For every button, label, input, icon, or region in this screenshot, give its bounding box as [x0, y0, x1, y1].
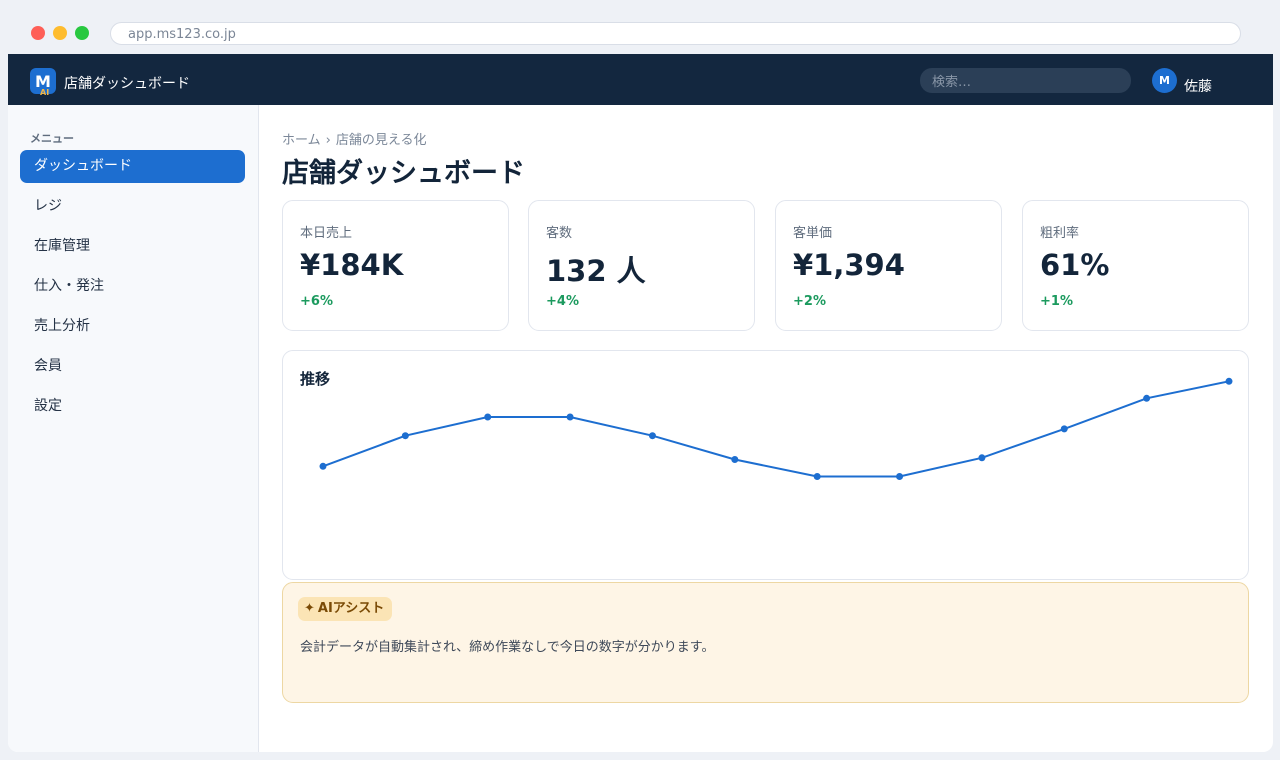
kpi-card-gross-margin: 粗利率 61% +1% [1022, 200, 1249, 331]
breadcrumb-current: 店舗の見える化 [335, 133, 427, 148]
window-maximize-button[interactable] [75, 26, 89, 40]
window-minimize-button[interactable] [53, 26, 67, 40]
trend-chart-card: 推移 [282, 350, 1249, 580]
window-close-button[interactable] [31, 26, 45, 40]
trend-chart [319, 377, 1233, 480]
search-input[interactable] [920, 68, 1131, 93]
kpi-label: 客数 [546, 226, 573, 241]
sidebar-item-settings[interactable]: 設定 [20, 390, 245, 423]
data-point-10[interactable] [1060, 425, 1068, 433]
data-point-7[interactable] [813, 473, 821, 480]
sidebar-item-members[interactable]: 会員 [20, 350, 245, 383]
kpi-label: 粗利率 [1040, 226, 1080, 241]
sidebar: メニュー ダッシュボード レジ 在庫管理 仕入・発注 売上分析 会員 設定 [8, 105, 259, 752]
data-point-6[interactable] [731, 456, 739, 463]
kpi-card-average-spend: 客単価 ¥1,394 +2% [775, 200, 1002, 331]
data-point-3[interactable] [484, 413, 492, 421]
breadcrumb-home[interactable]: ホーム [282, 133, 321, 148]
browser-chrome: app.ms123.co.jp [0, 0, 1280, 54]
app-title: 店舗ダッシュボード [64, 76, 190, 92]
kpi-label: 本日売上 [300, 226, 353, 241]
ai-assist-message: 会計データが自動集計され、締め作業なしで今日の数字が分かります。 [300, 640, 715, 655]
data-point-1[interactable] [319, 462, 327, 470]
data-point-5[interactable] [648, 432, 656, 440]
sidebar-item-dashboard[interactable]: ダッシュボード [20, 150, 245, 183]
series-line [322, 380, 1230, 478]
top-navigation-bar: M AI 店舗ダッシュボード M 佐藤 [8, 54, 1273, 105]
sparkle-icon: ✦ [304, 601, 315, 616]
data-point-12[interactable] [1225, 377, 1233, 385]
kpi-value: 132 人 [546, 254, 646, 288]
data-point-8[interactable] [896, 473, 904, 480]
data-point-9[interactable] [978, 454, 986, 462]
breadcrumb-separator: › [325, 133, 331, 148]
kpi-card-customers: 客数 132 人 +4% [528, 200, 755, 331]
kpi-value: 61% [1040, 248, 1110, 282]
kpi-card-sales: 本日売上 ¥184K +6% [282, 200, 509, 331]
sidebar-item-sales-analysis[interactable]: 売上分析 [20, 310, 245, 343]
data-point-11[interactable] [1143, 394, 1151, 402]
logo-ai-mark: AI [40, 88, 50, 97]
kpi-delta: +2% [793, 294, 826, 309]
user-avatar[interactable]: M [1152, 68, 1177, 93]
kpi-value: ¥1,394 [793, 248, 905, 282]
menu-header: メニュー [30, 132, 74, 145]
sidebar-item-register[interactable]: レジ [20, 190, 245, 223]
sidebar-item-inventory[interactable]: 在庫管理 [20, 230, 245, 263]
kpi-label: 客単価 [793, 226, 833, 241]
user-name[interactable]: 佐藤 [1184, 76, 1212, 96]
address-bar[interactable]: app.ms123.co.jp [110, 22, 1241, 45]
page-title: 店舗ダッシュボード [282, 158, 525, 189]
ai-assist-label: AIアシスト [317, 601, 385, 616]
data-point-4[interactable] [566, 413, 574, 421]
ai-assist-badge: ✦ AIアシスト [298, 597, 393, 621]
sidebar-item-purchasing[interactable]: 仕入・発注 [20, 270, 245, 303]
kpi-value: ¥184K [300, 248, 404, 282]
kpi-delta: +6% [300, 294, 333, 309]
breadcrumb: ホーム › 店舗の見える化 [282, 129, 426, 148]
data-point-2[interactable] [401, 432, 409, 440]
ai-assist-panel: ✦ AIアシスト 会計データが自動集計され、締め作業なしで今日の数字が分かります。 [282, 582, 1249, 703]
kpi-delta: +1% [1040, 294, 1073, 309]
app-window: M AI 店舗ダッシュボード M 佐藤 メニュー ダッシュボード レジ 在庫管理… [8, 54, 1273, 752]
kpi-delta: +4% [546, 294, 579, 309]
